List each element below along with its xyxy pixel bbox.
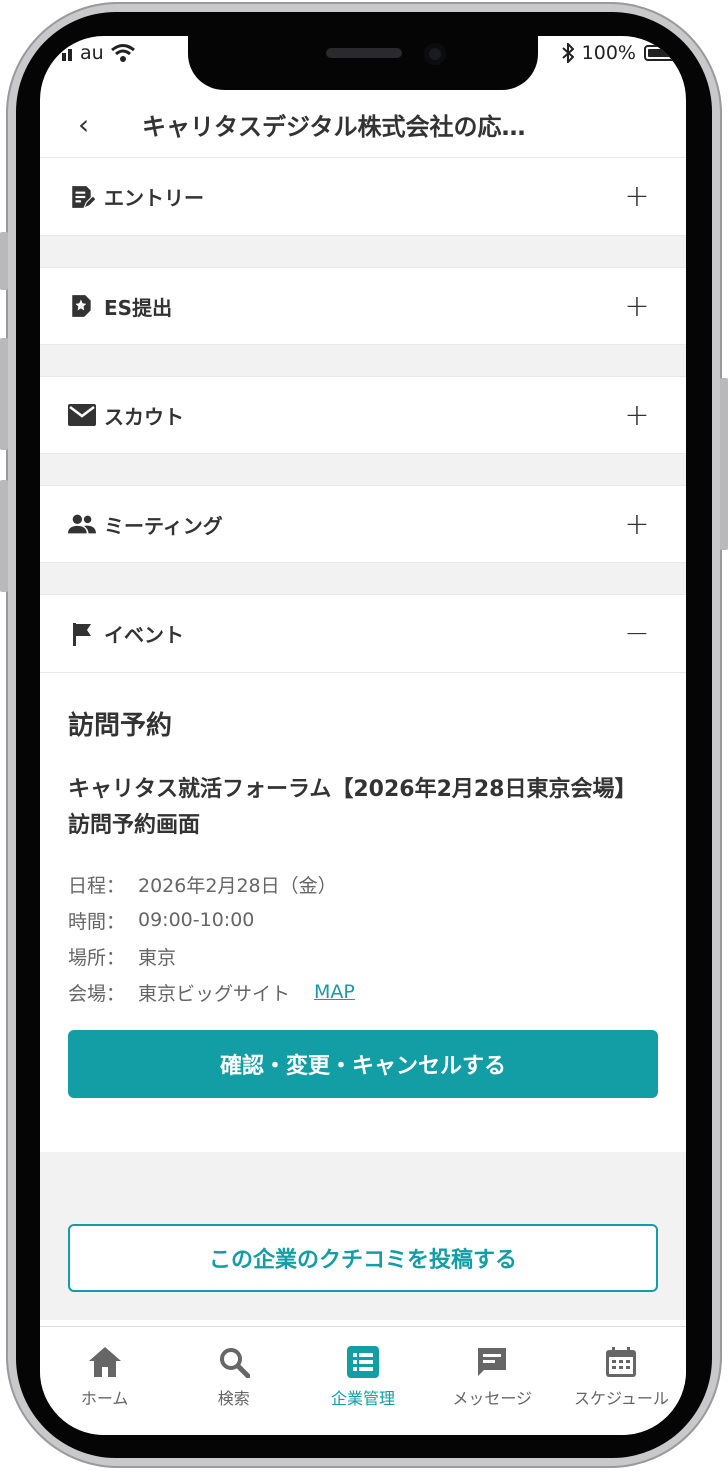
detail-key: 会場：	[68, 982, 126, 1005]
volume-up-button	[0, 338, 8, 450]
accordion-label: イベント	[104, 623, 184, 647]
flag-icon	[68, 620, 96, 648]
accordion-meeting[interactable]: ミーティング +	[40, 485, 686, 563]
battery-icon	[644, 45, 680, 61]
page-title: キャリタスデジタル株式会社の応…	[142, 113, 526, 141]
section-gap	[40, 236, 686, 267]
post-review-button[interactable]: この企業のクチコミを投稿する	[68, 1224, 658, 1292]
header: ‹ キャリタスデジタル株式会社の応…	[40, 92, 686, 158]
section-gap	[40, 345, 686, 376]
detail-row-date: 日程： 2026年2月28日（金）	[68, 866, 658, 902]
accordion-label: ES提出	[104, 295, 173, 320]
speaker	[326, 48, 402, 58]
envelope-icon	[68, 401, 96, 429]
notch	[188, 36, 538, 90]
section-title: 訪問予約	[68, 711, 173, 741]
expand-plus-icon[interactable]: +	[622, 507, 652, 542]
event-name: キャリタス就活フォーラム【2026年2月28日東京会場】訪問予約画面	[68, 777, 637, 838]
detail-row-venue: 会場： 東京ビッグサイト MAP	[68, 974, 658, 1010]
accordion-label: スカウト	[104, 404, 184, 429]
front-camera	[424, 43, 446, 65]
tab-label: 企業管理	[331, 1389, 396, 1408]
detail-key: 時間：	[68, 910, 126, 933]
bluetooth-icon	[562, 43, 574, 63]
detail-row-place: 場所： 東京	[68, 938, 658, 974]
status-left: au	[62, 42, 136, 64]
section-gap	[40, 454, 686, 485]
tab-search[interactable]: 検索	[169, 1345, 298, 1435]
tab-bar: ホーム 検索 企業管理 メッセージ スケジュール	[40, 1326, 686, 1435]
search-icon	[217, 1345, 251, 1379]
detail-value: 2026年2月28日（金）	[138, 874, 337, 897]
volume-down-button	[0, 480, 8, 592]
home-icon	[88, 1345, 122, 1379]
section-gap	[40, 563, 686, 594]
detail-row-time: 時間： 09:00-10:00	[68, 902, 658, 938]
back-button[interactable]: ‹	[78, 108, 118, 141]
tab-label: メッセージ	[452, 1389, 533, 1408]
main-content: エントリー + ES提出 + スカウト + ミーティング + イベント − 訪問…	[40, 158, 686, 1320]
collapse-minus-icon[interactable]: −	[622, 616, 652, 651]
carrier-label: au	[80, 42, 104, 64]
accordion-entry[interactable]: エントリー +	[40, 158, 686, 236]
confirm-change-cancel-button[interactable]: 確認・変更・キャンセルする	[68, 1030, 658, 1098]
screen: au 100% ‹ キャリタスデジタル株式会社の応… エントリー + ES提出	[40, 36, 686, 1435]
silent-switch	[0, 232, 8, 290]
detail-value: 東京	[138, 946, 177, 969]
document-edit-icon	[68, 183, 96, 211]
detail-value: 東京ビッグサイト	[138, 982, 291, 1005]
tab-schedule[interactable]: スケジュール	[557, 1345, 686, 1435]
tab-label: スケジュール	[573, 1389, 669, 1408]
calendar-icon	[604, 1345, 638, 1379]
tab-label: 検索	[217, 1389, 250, 1408]
expand-plus-icon[interactable]: +	[622, 398, 652, 433]
expand-plus-icon[interactable]: +	[622, 179, 652, 214]
wifi-icon	[110, 44, 135, 62]
accordion-scout[interactable]: スカウト +	[40, 376, 686, 454]
event-panel: 訪問予約 キャリタス就活フォーラム【2026年2月28日東京会場】訪問予約画面 …	[40, 672, 686, 1152]
review-section: この企業のクチコミを投稿する	[40, 1152, 686, 1320]
tab-message[interactable]: メッセージ	[428, 1345, 557, 1435]
list-icon	[346, 1345, 380, 1379]
expand-plus-icon[interactable]: +	[622, 289, 652, 324]
status-right: 100%	[562, 42, 680, 64]
message-icon	[475, 1345, 509, 1379]
accordion-event[interactable]: イベント −	[40, 594, 686, 672]
detail-key: 場所：	[68, 946, 126, 969]
power-button	[720, 378, 728, 550]
people-icon	[68, 510, 96, 538]
map-link[interactable]: MAP	[314, 981, 355, 1003]
accordion-label: エントリー	[104, 186, 204, 210]
tab-home[interactable]: ホーム	[40, 1345, 169, 1435]
es-submit-icon	[68, 292, 96, 320]
accordion-es-submit[interactable]: ES提出 +	[40, 267, 686, 345]
tab-label: ホーム	[80, 1389, 129, 1408]
detail-key: 日程：	[68, 874, 126, 897]
detail-value: 09:00-10:00	[138, 909, 255, 931]
accordion-label: ミーティング	[104, 513, 223, 538]
battery-percent: 100%	[581, 42, 636, 64]
signal-icon	[62, 49, 72, 61]
tab-company-management[interactable]: 企業管理	[298, 1345, 427, 1435]
